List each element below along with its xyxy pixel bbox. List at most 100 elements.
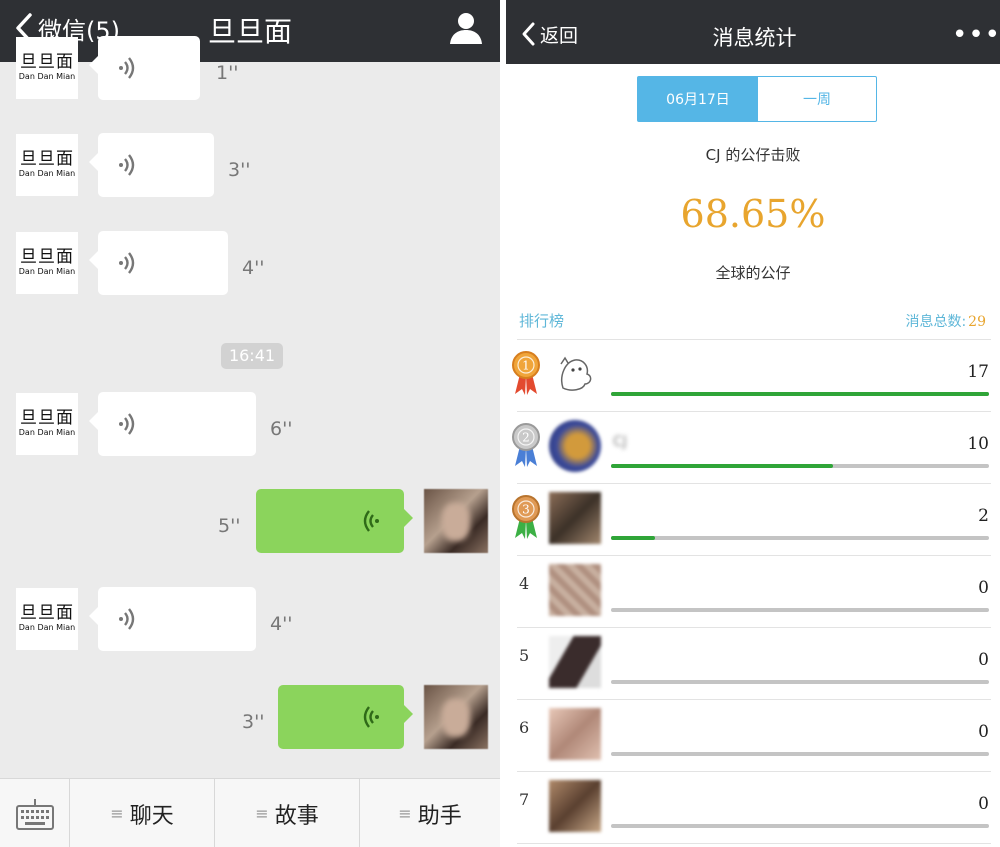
menu-lines-icon: ≡ <box>255 804 269 823</box>
rank-number: 4 <box>519 574 530 593</box>
stats-title: 消息统计 <box>712 26 797 50</box>
voice-duration: 3'' <box>242 711 265 733</box>
menu-story-label: 故事 <box>274 803 319 829</box>
svg-text:2: 2 <box>522 431 530 445</box>
logo-text: 旦旦面 <box>20 247 74 267</box>
chat-panel: 微信(5) 旦旦面 旦旦面 Dan Dan Mian 1'' 旦旦面 Dan Dan M… <box>0 0 500 847</box>
svg-text:3: 3 <box>522 503 530 517</box>
leaderboard-row[interactable]: 32 <box>503 484 1000 556</box>
logo-subtext: Dan Dan Mian <box>18 267 76 276</box>
message-count: 10 <box>967 434 989 454</box>
voice-duration: 4'' <box>270 613 293 635</box>
leaderboard-row[interactable]: 70 <box>503 772 1000 844</box>
tab-today[interactable]: 06月17日 <box>638 77 758 121</box>
logo-text: 旦旦面 <box>20 52 74 72</box>
beat-text: CJ 的公仔击败 <box>705 146 801 164</box>
leaderboard-row[interactable]: 1 17 <box>503 340 1000 412</box>
voice-duration: 3'' <box>228 159 251 181</box>
voice-message-bubble[interactable] <box>89 231 228 295</box>
logo-text: 旦旦面 <box>20 603 74 623</box>
progress-track <box>611 608 989 612</box>
contact-avatar[interactable]: 旦旦面 Dan Dan Mian <box>16 588 78 650</box>
voice-wave-icon <box>119 413 135 435</box>
voice-wave-icon <box>119 57 135 79</box>
voice-wave-icon <box>363 510 379 532</box>
progress-track <box>611 824 989 828</box>
voice-wave-icon <box>119 154 135 176</box>
time-badge: 16:41 <box>221 343 283 369</box>
svg-text:1: 1 <box>522 359 530 373</box>
my-avatar[interactable] <box>424 489 488 553</box>
mascot-avatar <box>560 356 592 391</box>
logo-text: 旦旦面 <box>20 149 74 169</box>
voice-message-bubble[interactable] <box>89 587 256 651</box>
global-text: 全球的公仔 <box>715 264 791 282</box>
message-count: 0 <box>978 578 989 598</box>
progress-fill <box>611 464 833 468</box>
voice-message-bubble[interactable] <box>256 489 413 553</box>
message-count: 0 <box>978 722 989 742</box>
rank-number: 7 <box>519 790 530 809</box>
member-avatar <box>549 420 601 472</box>
logo-subtext: Dan Dan Mian <box>18 428 76 437</box>
leaderboard-row[interactable]: 40 <box>503 556 1000 628</box>
bronze-medal-icon: 3 <box>512 495 540 539</box>
stats-panel: 返回 消息统计 ••• 06月17日 一周 CJ 的公仔击败 68.65% 全球… <box>500 0 1000 847</box>
menu-story-button[interactable]: ≡ 故事 <box>215 779 360 847</box>
silver-medal-icon: 2 <box>512 423 540 467</box>
voice-message-bubble[interactable] <box>89 133 214 197</box>
leaderboard-title: 排行榜 <box>519 312 565 330</box>
progress-fill <box>611 536 655 540</box>
contact-avatar[interactable]: 旦旦面 Dan Dan Mian <box>16 393 78 455</box>
menu-lines-icon: ≡ <box>398 804 412 823</box>
member-avatar <box>549 564 601 616</box>
progress-track <box>611 752 989 756</box>
voice-duration: 4'' <box>242 257 265 279</box>
message-count: 2 <box>978 506 989 526</box>
rank-number: 6 <box>519 718 530 737</box>
more-button[interactable]: ••• <box>952 20 1000 50</box>
voice-wave-icon <box>363 706 379 728</box>
voice-message-bubble[interactable] <box>278 685 413 749</box>
total-value: 29 <box>968 314 986 330</box>
menu-assistant-button[interactable]: ≡ 助手 <box>360 779 500 847</box>
leaderboard-row[interactable]: 60 <box>503 700 1000 772</box>
voice-duration: 6'' <box>270 418 293 440</box>
contact-avatar[interactable]: 旦旦面 Dan Dan Mian <box>16 232 78 294</box>
voice-message-bubble[interactable] <box>89 392 256 456</box>
total-messages: 消息总数: 29 <box>905 311 986 331</box>
date-range-segment: 06月17日 一周 <box>637 76 877 122</box>
member-avatar <box>549 636 601 688</box>
my-avatar[interactable] <box>424 685 488 749</box>
leaderboard-row[interactable]: 2 CJ 10 <box>503 412 1000 484</box>
menu-lines-icon: ≡ <box>110 804 124 823</box>
message-count: 0 <box>978 650 989 670</box>
person-icon[interactable] <box>448 10 484 46</box>
stats-nav-bar: 返回 消息统计 ••• <box>506 0 1000 64</box>
keyboard-toggle-button[interactable] <box>0 779 70 847</box>
voice-message-bubble[interactable] <box>89 36 200 100</box>
logo-subtext: Dan Dan Mian <box>18 623 76 632</box>
voice-duration: 5'' <box>218 515 241 537</box>
progress-track <box>611 392 989 396</box>
logo-subtext: Dan Dan Mian <box>18 72 76 81</box>
message-count: 0 <box>978 794 989 814</box>
beat-percent: 68.65% <box>680 192 826 236</box>
voice-wave-icon <box>119 252 135 274</box>
keyboard-icon <box>15 798 54 830</box>
contact-avatar[interactable]: 旦旦面 Dan Dan Mian <box>16 37 78 99</box>
progress-track <box>611 464 989 468</box>
contact-avatar[interactable]: 旦旦面 Dan Dan Mian <box>16 134 78 196</box>
leaderboard-row[interactable]: 50 <box>503 628 1000 700</box>
menu-assistant-label: 助手 <box>417 803 462 829</box>
total-label: 消息总数: <box>905 314 967 330</box>
logo-text: 旦旦面 <box>20 408 74 428</box>
progress-track <box>611 536 989 540</box>
menu-chat-button[interactable]: ≡ 聊天 <box>70 779 215 847</box>
logo-subtext: Dan Dan Mian <box>18 169 76 178</box>
member-name: CJ <box>613 434 627 450</box>
menu-chat-label: 聊天 <box>129 803 174 829</box>
tab-week[interactable]: 一周 <box>758 77 876 121</box>
gold-medal-icon: 1 <box>512 351 540 395</box>
progress-track <box>611 680 989 684</box>
